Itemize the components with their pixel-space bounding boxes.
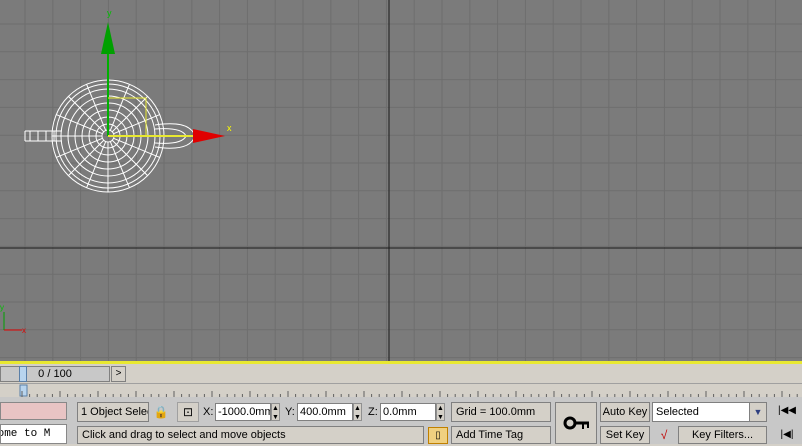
key-mode-select[interactable]: Selected ▼	[652, 402, 767, 422]
corner-x-label: x	[22, 326, 26, 335]
z-coord-label: Z:	[368, 406, 378, 418]
y-coord-field[interactable]: 400.0mm	[297, 403, 353, 421]
gizmo-x-label: x	[227, 123, 232, 133]
corner-y-label: y	[0, 303, 4, 312]
set-key-big-button[interactable]	[555, 402, 597, 444]
x-coord-field[interactable]: -1000.0mm	[215, 403, 271, 421]
key-filters-button[interactable]: Key Filters...	[678, 426, 767, 444]
z-coord-field[interactable]: 0.0mm	[380, 403, 436, 421]
viewport-canvas[interactable]: y x y x	[0, 0, 802, 361]
add-time-tag-button[interactable]: Add Time Tag	[451, 426, 551, 444]
next-frame-button[interactable]: >	[111, 366, 126, 382]
maxscript-listener-text: come to M	[1, 428, 51, 440]
lock-icon[interactable]: 🔒	[152, 403, 170, 421]
z-coord-spinner[interactable]: ▲ ▼	[436, 403, 445, 421]
x-coord-spinner[interactable]: ▲ ▼	[271, 403, 280, 421]
auto-key-button[interactable]: Auto Key	[600, 402, 650, 422]
selection-count: 1 Object Selected	[77, 402, 149, 422]
track-bar[interactable]	[0, 383, 802, 397]
previous-frame-button[interactable]: |◀|	[772, 426, 802, 446]
time-slider-label: 0 / 100	[38, 368, 72, 380]
viewport-grid	[0, 0, 802, 361]
track-bar-key-marker[interactable]	[19, 384, 28, 397]
y-coord-spinner[interactable]: ▲ ▼	[353, 403, 362, 421]
maxscript-output[interactable]	[0, 402, 67, 420]
key-icon	[563, 416, 589, 430]
curve-editor-icon[interactable]: √	[652, 426, 676, 444]
y-coord-label: Y:	[285, 406, 295, 418]
track-bar-ruler	[19, 384, 798, 397]
time-tag-icon[interactable]: ▯	[428, 427, 448, 444]
time-slider[interactable]: 0 / 100	[0, 366, 110, 382]
gizmo-y-label: y	[107, 8, 112, 18]
absolute-mode-icon[interactable]: ⊡	[177, 402, 199, 422]
key-mode-selected: Selected	[656, 406, 699, 418]
chevron-down-icon[interactable]: ▼	[749, 403, 766, 421]
set-key-button[interactable]: Set Key	[600, 426, 650, 444]
go-to-start-button[interactable]: |◀◀	[772, 402, 802, 422]
viewport-top[interactable]: y x y x	[0, 0, 802, 361]
maxscript-listener[interactable]: come to M	[0, 424, 67, 444]
prompt-line: Click and drag to select and move object…	[77, 426, 424, 444]
grid-size-readout: Grid = 100.0mm	[451, 402, 551, 422]
x-coord-label: X:	[203, 406, 214, 418]
